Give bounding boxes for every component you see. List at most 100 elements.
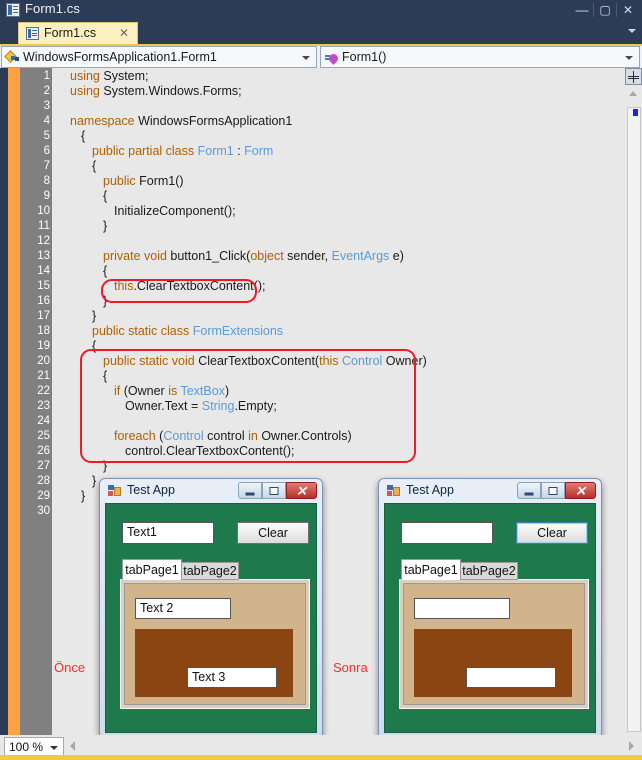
tab-close-icon[interactable]: ✕ xyxy=(119,26,129,40)
code-token: public static class xyxy=(92,324,193,338)
close-button[interactable]: ✕ xyxy=(286,482,317,499)
chevron-down-icon[interactable] xyxy=(302,56,310,60)
code-line[interactable]: } xyxy=(92,474,96,489)
code-line[interactable]: private void button1_Click(object sender… xyxy=(103,249,404,264)
line-number: 17 xyxy=(37,310,50,322)
line-number: 8 xyxy=(43,175,50,187)
tab-page-surface: Text 2 Text 3 xyxy=(124,583,306,705)
code-line[interactable]: namespace WindowsFormsApplication1 xyxy=(70,114,292,129)
code-line[interactable]: using System; xyxy=(70,69,149,84)
code-token: InitializeComponent(); xyxy=(114,204,236,218)
minimize-icon: — xyxy=(575,2,589,18)
method-icon xyxy=(325,51,340,65)
chevron-down-icon[interactable] xyxy=(628,29,636,33)
maximize-icon xyxy=(269,486,279,495)
code-token: { xyxy=(103,189,108,203)
tab-tabpage1[interactable]: tabPage1 xyxy=(122,559,182,580)
code-token: e) xyxy=(389,249,404,263)
tab-form1-cs[interactable]: Form1.cs ✕ xyxy=(18,22,138,45)
close-icon: ✕ xyxy=(296,483,307,498)
clear-button[interactable]: Clear xyxy=(237,522,309,544)
textbox-3[interactable]: Text 3 xyxy=(187,667,277,688)
textbox-2-value: Text 2 xyxy=(140,601,174,615)
code-line[interactable]: InitializeComponent(); xyxy=(114,204,236,219)
code-token: using xyxy=(70,84,104,98)
line-number: 16 xyxy=(37,295,50,307)
textbox-3[interactable] xyxy=(466,667,556,688)
code-line[interactable]: using System.Windows.Forms; xyxy=(70,84,242,99)
code-line[interactable]: { xyxy=(103,189,107,204)
vertical-scrollbar[interactable] xyxy=(625,85,642,735)
textbox-1[interactable]: Text1 xyxy=(122,522,214,544)
split-view-button[interactable] xyxy=(625,68,642,85)
code-token: object xyxy=(250,249,284,263)
line-number: 9 xyxy=(43,190,50,202)
code-token: FormExtensions xyxy=(192,324,284,338)
textbox-1[interactable] xyxy=(401,522,493,544)
window-title: Form1.cs xyxy=(25,1,80,16)
chevron-down-icon[interactable] xyxy=(625,56,633,60)
line-number: 21 xyxy=(37,370,50,382)
code-line[interactable]: } xyxy=(92,309,96,324)
minimize-button[interactable] xyxy=(517,482,541,499)
status-accent-line xyxy=(0,755,642,760)
code-line[interactable]: } xyxy=(81,489,85,504)
tab-tabpage1[interactable]: tabPage1 xyxy=(401,559,461,580)
test-app-window-after[interactable]: Test App ✕ Clear tabPage1 tabPage2 xyxy=(378,478,602,739)
code-line[interactable]: public partial class Form1 : Form xyxy=(92,144,273,159)
clear-button[interactable]: Clear xyxy=(516,522,588,544)
tab-tabpage2[interactable]: tabPage2 xyxy=(460,562,518,580)
textbox-3-value: Text 3 xyxy=(192,670,226,684)
chevron-down-icon[interactable] xyxy=(50,746,58,750)
maximize-button[interactable] xyxy=(262,482,286,499)
title-bar[interactable]: Test App ✕ xyxy=(100,479,322,503)
navigation-bar: WindowsFormsApplication1.Form1 Form1() xyxy=(0,46,642,68)
maximize-button[interactable]: ▢ xyxy=(594,2,616,18)
line-number: 30 xyxy=(37,505,50,517)
scrollbar-track[interactable] xyxy=(627,107,641,732)
line-number: 2 xyxy=(43,85,50,97)
code-token: sender, xyxy=(283,249,332,263)
line-number: 11 xyxy=(38,220,50,232)
scroll-right-icon[interactable] xyxy=(629,741,634,751)
code-token: private void xyxy=(103,249,171,263)
document-tab-strip: Form1.cs ✕ xyxy=(0,20,642,45)
close-button[interactable]: ✕ xyxy=(565,482,596,499)
line-number: 4 xyxy=(43,115,50,127)
line-number: 25 xyxy=(37,430,50,442)
code-line[interactable]: } xyxy=(103,219,107,234)
textbox-2[interactable]: Text 2 xyxy=(135,598,231,619)
line-number: 27 xyxy=(37,460,50,472)
code-token: EventArgs xyxy=(331,249,390,263)
code-line[interactable]: { xyxy=(81,129,85,144)
app-icon xyxy=(108,485,121,497)
scroll-left-icon[interactable] xyxy=(70,741,75,751)
scroll-up-icon[interactable] xyxy=(629,91,637,96)
code-token: } xyxy=(92,309,97,323)
title-bar[interactable]: Test App ✕ xyxy=(379,479,601,503)
minimize-button[interactable] xyxy=(238,482,262,499)
window-title: Test App xyxy=(406,483,454,497)
class-combo[interactable]: WindowsFormsApplication1.Form1 xyxy=(1,46,317,68)
line-number: 10 xyxy=(37,205,50,217)
member-combo[interactable]: Form1() xyxy=(320,46,640,68)
maximize-button[interactable] xyxy=(541,482,565,499)
tab-tabpage2[interactable]: tabPage2 xyxy=(181,562,239,580)
window-controls: ✕ xyxy=(238,482,317,499)
test-app-window-before[interactable]: Test App ✕ Text1 Clear tabPage1 tabPage2… xyxy=(99,478,323,739)
code-line[interactable]: public static class FormExtensions xyxy=(92,324,283,339)
code-line[interactable]: public Form1() xyxy=(103,174,184,189)
minimize-button[interactable]: — xyxy=(571,2,593,18)
minimize-icon xyxy=(524,492,534,495)
window-controls: ✕ xyxy=(517,482,596,499)
after-label: Sonra xyxy=(333,660,368,675)
form-surface: Text1 Clear tabPage1 tabPage2 Text 2 Tex… xyxy=(105,503,317,733)
class-combo-value: WindowsFormsApplication1.Form1 xyxy=(23,50,217,64)
zoom-combo[interactable]: 100 % xyxy=(4,737,64,756)
code-token: WindowsFormsApplication1 xyxy=(138,114,293,128)
code-line[interactable]: { xyxy=(92,159,96,174)
code-token: public partial class xyxy=(92,144,198,158)
close-button[interactable]: ✕ xyxy=(617,2,639,18)
code-line[interactable]: { xyxy=(103,264,107,279)
textbox-2[interactable] xyxy=(414,598,510,619)
